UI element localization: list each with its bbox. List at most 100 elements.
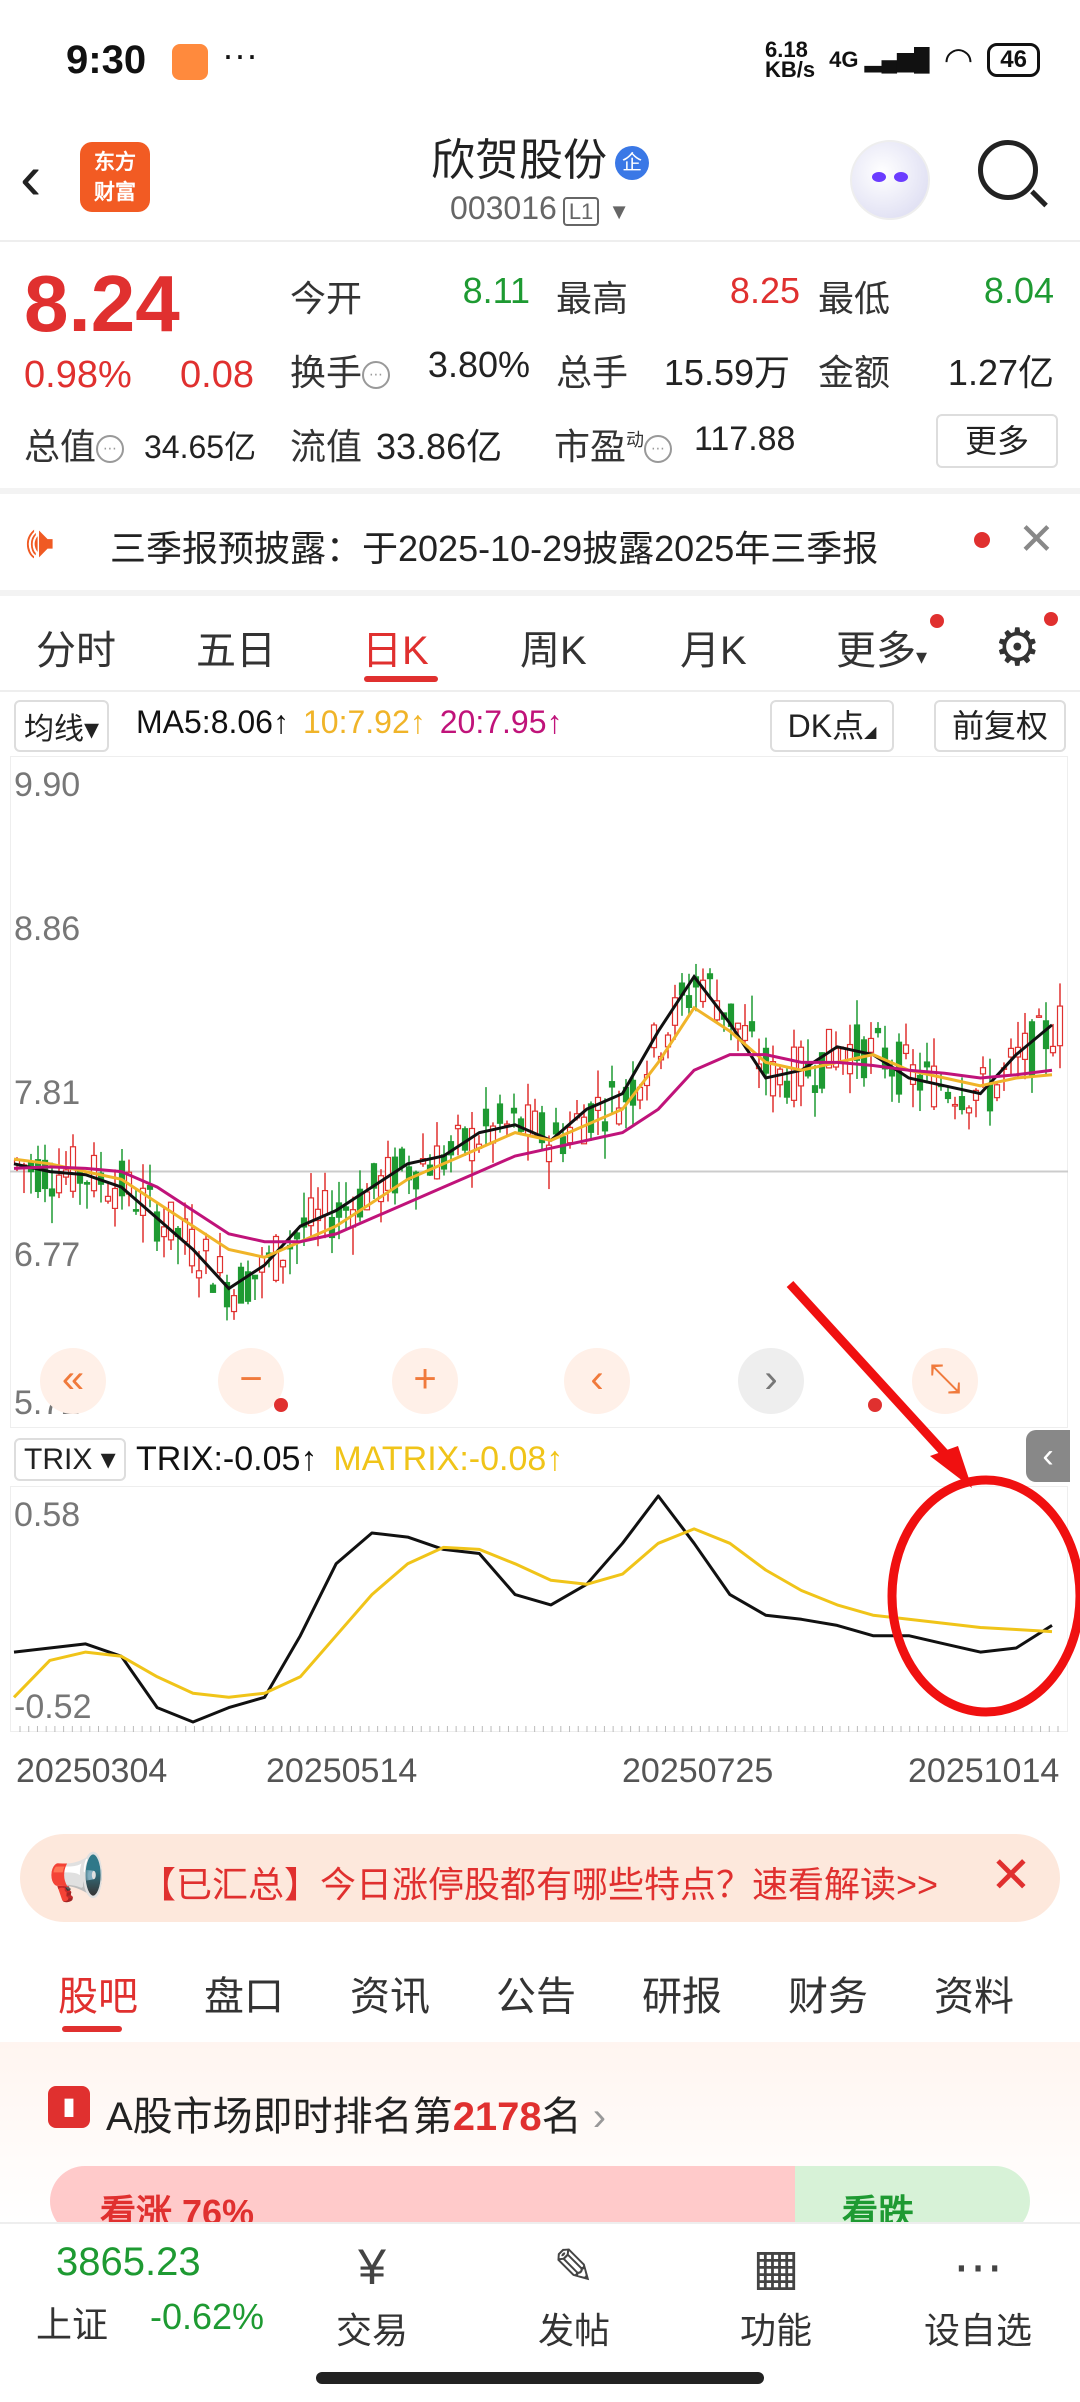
close-icon[interactable]: ✕ (990, 1846, 1032, 1904)
home-indicator[interactable] (316, 2372, 764, 2384)
battery-icon: 46 (987, 43, 1040, 77)
tab-more[interactable]: 更多▾ (836, 618, 927, 676)
candle (160, 1226, 168, 1238)
candle (748, 1021, 756, 1032)
x-tick-4: 20251014 (908, 1752, 1060, 1790)
info-icon: ⋯ (96, 435, 125, 464)
candle (454, 1124, 462, 1130)
trix-value: TRIX:-0.05↑ (136, 1440, 318, 1478)
indicator-select-trix[interactable]: TRIX ▾ (14, 1438, 126, 1481)
tab-daily-k[interactable]: 日K (362, 618, 429, 676)
nav-function-label: 功能 (739, 2310, 812, 2351)
candle (776, 1068, 784, 1086)
candle (706, 973, 714, 980)
candle (321, 1190, 329, 1216)
candle (510, 1107, 518, 1114)
y-tick-label: 8.86 (14, 910, 80, 948)
tab-announcements[interactable]: 公告 (496, 1964, 576, 2022)
candle (601, 1121, 609, 1132)
ma20-value: 20:7.95↑ (439, 704, 563, 740)
y-tick-label: 7.81 (14, 1074, 80, 1112)
nav-watchlist[interactable]: ⋯ 设自选 (908, 2232, 1048, 2354)
rewind-icon[interactable]: « (40, 1348, 106, 1414)
change-amount: 0.08 (180, 354, 254, 396)
index-name[interactable]: 上证 (36, 2296, 108, 2348)
nav-function[interactable]: ▦ 功能 (706, 2232, 846, 2354)
chevron-down-icon: ▼ (608, 199, 630, 224)
new-badge-dot (930, 614, 944, 628)
megaphone-icon: 📢 (48, 1851, 106, 1903)
turnover-value: 3.80% (427, 344, 530, 385)
tab-news[interactable]: 资讯 (350, 1964, 430, 2022)
candle (958, 1096, 966, 1111)
amount-label: 金额 (818, 352, 891, 393)
ma-line-ma5 (13, 974, 1053, 1291)
x-tick-1: 20250304 (16, 1752, 168, 1790)
notice-unread-dot (974, 532, 990, 548)
scroll-left-icon[interactable]: ‹ (564, 1348, 630, 1414)
candle (783, 1080, 791, 1098)
candle (951, 1103, 959, 1107)
index-change[interactable]: -0.62% (150, 2296, 264, 2338)
mktcap-label: 总值 ⋯ (24, 418, 125, 470)
status-more-icon: ··· (222, 34, 258, 75)
new-badge-dot (1044, 612, 1058, 626)
net-speed: 6.18 KB/s (765, 37, 816, 82)
candle (104, 1195, 112, 1202)
tab-profile[interactable]: 资料 (934, 1964, 1014, 2022)
nav-watchlist-label: 设自选 (923, 2310, 1032, 2351)
search-icon[interactable] (978, 140, 1038, 200)
candle (769, 1061, 777, 1097)
watchlist-icon: ⋯ (953, 2239, 1003, 2295)
indicator-select-ma[interactable]: 均线▾ (14, 700, 110, 752)
tab-intraday[interactable]: 分时 (36, 618, 116, 676)
dk-point-button[interactable]: DK点◢ (770, 700, 894, 752)
gear-icon[interactable]: ⚙ (994, 618, 1041, 678)
candle (216, 1256, 224, 1274)
chevron-down-icon: ▾ (916, 644, 928, 669)
tab-forum[interactable]: 股吧 (58, 1964, 138, 2022)
candle (111, 1187, 119, 1210)
market-rank[interactable]: A股市场即时排名第2178名 › (106, 2084, 606, 2142)
close-icon[interactable]: ✕ (1018, 514, 1055, 565)
signal-icon: 4G ▂▄▆█ (829, 47, 930, 72)
volume-label: 总手 (556, 352, 629, 393)
assistant-robot-icon[interactable] (850, 140, 930, 220)
banner-text[interactable]: 【已汇总】今日涨停股都有哪些特点？速看解读>> (140, 1856, 938, 1908)
zoom-in-icon[interactable]: + (392, 1348, 458, 1414)
ranking-icon: ▮ (48, 2086, 90, 2128)
ma10-value: 10:7.92↑ (302, 704, 426, 740)
nav-post[interactable]: ✎ 发帖 (504, 2232, 644, 2354)
candle (496, 1103, 504, 1124)
matrix-value: MATRIX:-0.08↑ (333, 1440, 564, 1478)
candle (853, 1024, 861, 1061)
nav-trade[interactable]: ¥ 交易 (302, 2232, 442, 2354)
chevron-right-icon: › (592, 2095, 607, 2139)
speaker-icon: 🕪 (26, 518, 54, 567)
tab-research[interactable]: 研报 (642, 1964, 722, 2022)
tab-order-book[interactable]: 盘口 (204, 1964, 284, 2022)
nav-post-label: 发帖 (537, 2310, 610, 2351)
adjust-button[interactable]: 前复权 (934, 700, 1066, 752)
tab-weekly-k[interactable]: 周K (520, 618, 587, 676)
candle (1042, 1020, 1050, 1050)
annotation-arrow-circle (786, 1280, 1080, 1717)
low-label: 最低 (818, 278, 891, 319)
candle (83, 1181, 91, 1185)
more-quote-button[interactable]: 更多 (936, 414, 1058, 468)
candle (293, 1232, 301, 1240)
candle (811, 1085, 819, 1093)
candle (237, 1266, 245, 1304)
candle (195, 1270, 203, 1279)
tab-five-day[interactable]: 五日 (196, 618, 276, 676)
index-value[interactable]: 3865.23 (56, 2240, 201, 2285)
amount-value: 1.27亿 (947, 352, 1054, 393)
post-icon: ✎ (553, 2239, 595, 2295)
tab-monthly-k[interactable]: 月K (680, 618, 747, 676)
notice-text[interactable]: 三季报预披露：于2025-10-29披露2025年三季报 (110, 520, 878, 572)
pe-value: 117.88 (694, 420, 796, 458)
candle (685, 995, 693, 1008)
level-badge: L1 (562, 197, 600, 226)
tab-financials[interactable]: 财务 (788, 1964, 868, 2022)
candle (552, 1122, 560, 1135)
